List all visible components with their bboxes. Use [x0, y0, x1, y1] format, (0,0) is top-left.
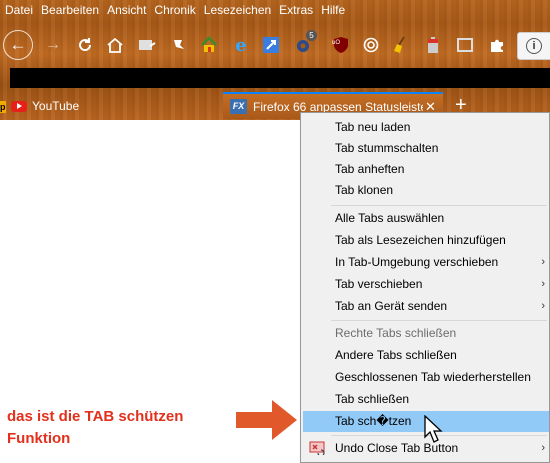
forward-button[interactable]: →	[40, 32, 66, 58]
tab-youtube-label: YouTube	[32, 99, 80, 113]
mouse-cursor-icon	[424, 415, 443, 443]
resize-extension-button[interactable]	[258, 32, 284, 58]
menu-separator	[331, 320, 547, 321]
submenu-arrow-icon: ›	[541, 278, 545, 290]
menu-item-close-other-tabs[interactable]: Andere Tabs schließen	[301, 345, 550, 366]
fx-site-icon: FX	[230, 99, 247, 114]
target-extension-button[interactable]	[358, 32, 384, 58]
back-button[interactable]: ←	[3, 30, 33, 60]
colored-house-icon	[201, 36, 217, 52]
ie-icon: e	[235, 34, 247, 56]
forward-arrow-icon: →	[45, 36, 61, 53]
screenshot-icon	[139, 40, 156, 50]
menu-item-close-tabs-right: Rechte Tabs schließen	[301, 323, 550, 344]
menu-separator	[331, 205, 547, 206]
submenu-arrow-icon: ›	[541, 256, 545, 268]
settings-extension-button[interactable]: 5	[290, 30, 317, 58]
extensions-button[interactable]	[484, 32, 510, 58]
menu-hilfe[interactable]: Hilfe	[317, 0, 349, 20]
home-icon	[107, 37, 123, 53]
battery-icon	[428, 37, 438, 53]
previous-tab-icon-fragment: p	[0, 101, 6, 113]
window-extension-button[interactable]	[452, 32, 478, 58]
menu-item-pin-tab[interactable]: Tab anheften	[301, 159, 550, 180]
label: Geschlossenen Tab wiederherstellen	[335, 370, 531, 384]
menu-datei[interactable]: Datei	[0, 0, 37, 20]
annotation-line-2: Funktion	[7, 430, 71, 447]
undo-close-tab-icon	[309, 441, 325, 455]
home-button[interactable]	[102, 32, 128, 58]
label: In Tab-Umgebung verschieben	[335, 255, 499, 269]
screenshot-button[interactable]	[134, 32, 160, 58]
target-icon	[363, 37, 379, 53]
menu-item-move-to-container[interactable]: In Tab-Umgebung verschieben ›	[301, 252, 550, 273]
window-icon	[457, 38, 473, 52]
badge: 5	[306, 30, 317, 41]
annotation-line-1: das ist die TAB schützen	[7, 408, 184, 425]
annotation-arrow-icon	[236, 400, 297, 440]
menu-bearbeiten[interactable]: Bearbeiten	[37, 0, 103, 20]
label: Tab sch�tzen	[335, 414, 412, 428]
pin-icon	[174, 40, 184, 49]
back-arrow-icon: ←	[9, 35, 27, 54]
expand-icon	[263, 37, 279, 53]
menu-item-mute-tab[interactable]: Tab stummschalten	[301, 138, 550, 159]
menu-item-reload-tab[interactable]: Tab neu laden	[301, 117, 550, 138]
tab-youtube[interactable]: p YouTube	[0, 94, 215, 118]
broom-icon	[394, 36, 405, 53]
menu-item-select-all-tabs[interactable]: Alle Tabs auswählen	[301, 208, 550, 229]
submenu-arrow-icon: ›	[541, 300, 545, 312]
youtube-icon	[11, 100, 27, 112]
bookmarks-bar	[10, 68, 550, 88]
label: Tab verschieben	[335, 277, 423, 291]
menu-bar: Datei Bearbeiten Ansicht Chronik Lesezei…	[0, 0, 550, 20]
menu-ansicht[interactable]: Ansicht	[103, 0, 150, 20]
label: Tab als Lesezeichen hinzufügen	[335, 233, 506, 247]
menu-item-duplicate-tab[interactable]: Tab klonen	[301, 180, 550, 201]
menu-extras[interactable]: Extras	[275, 0, 317, 20]
annotation-text: das ist die TAB schützen Funktion	[7, 406, 183, 450]
tab-context-menu: Tab neu laden Tab stummschalten Tab anhe…	[300, 112, 550, 463]
home-extension-button[interactable]	[196, 32, 222, 58]
menu-item-bookmark-tab[interactable]: Tab als Lesezeichen hinzufügen	[301, 230, 550, 251]
reload-icon	[79, 38, 92, 52]
reload-button[interactable]	[72, 32, 98, 58]
bookmark-button[interactable]	[166, 32, 192, 58]
ie-tab-button[interactable]: e	[228, 32, 254, 58]
ublock-button[interactable]: uO	[328, 32, 354, 58]
menu-item-send-to-device[interactable]: Tab an Gerät senden ›	[301, 296, 550, 317]
submenu-arrow-icon: ›	[541, 442, 545, 454]
menu-chronik[interactable]: Chronik	[150, 0, 199, 20]
label: Tab an Gerät senden	[335, 299, 448, 313]
label: Alle Tabs auswählen	[335, 211, 445, 225]
broom-extension-button[interactable]	[388, 32, 414, 58]
url-bar[interactable]: i	[517, 32, 550, 60]
puzzle-icon	[491, 39, 503, 52]
label: Tab schließen	[335, 392, 410, 406]
menu-item-move-tab[interactable]: Tab verschieben ›	[301, 274, 550, 295]
menu-item-undo-close-tab[interactable]: Geschlossenen Tab wiederherstellen	[301, 367, 550, 388]
label: Andere Tabs schließen	[335, 348, 457, 362]
label: Rechte Tabs schließen	[335, 326, 457, 340]
battery-extension-button[interactable]	[420, 32, 446, 58]
navigation-toolbar: ← → e 5 uO i	[0, 26, 550, 66]
menu-item-close-tab[interactable]: Tab schließen	[301, 389, 550, 410]
info-icon: i	[526, 38, 542, 54]
menu-lesezeichen[interactable]: Lesezeichen	[200, 0, 275, 20]
ublock-badge: uO	[332, 40, 341, 46]
